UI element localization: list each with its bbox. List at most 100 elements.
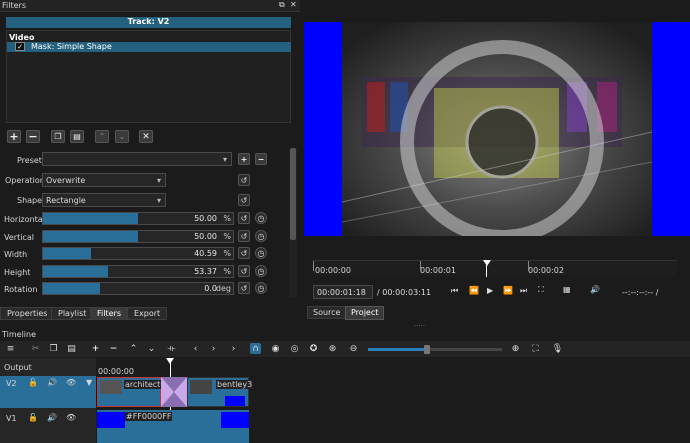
grid-icon[interactable]: ▦ — [563, 285, 571, 294]
preset-combo[interactable] — [42, 152, 232, 166]
filter-enable-checkbox[interactable]: ✓ — [15, 42, 25, 51]
ripple-all-icon[interactable]: ✪ — [308, 343, 319, 354]
track-header-v2[interactable]: V2 🔓 🔊 👁 ▼ — [0, 376, 96, 408]
reset-operation-icon[interactable]: ↺ — [238, 174, 250, 186]
skip-end-icon[interactable]: ⏭ — [520, 286, 527, 296]
append-icon[interactable]: + — [90, 343, 101, 354]
reset-icon[interactable]: ↺ — [238, 247, 250, 259]
slider-control[interactable]: 53.37% — [42, 265, 234, 278]
clip-bentley[interactable]: bentley3 — [187, 377, 254, 407]
tab-project[interactable]: Project — [345, 306, 385, 320]
slider-control[interactable]: 0.0 deg — [42, 282, 234, 295]
slider-value[interactable]: 50.00 — [194, 232, 217, 241]
keyframe-icon[interactable]: ◷ — [255, 212, 267, 224]
split-icon[interactable]: ⟛ — [166, 343, 177, 354]
paste-filter-button[interactable]: ▤ — [70, 130, 84, 143]
reset-icon[interactable]: ↺ — [238, 230, 250, 242]
eye-icon[interactable]: 👁 — [66, 413, 76, 422]
filter-item[interactable]: ✓ Mask: Simple Shape — [7, 42, 291, 52]
keyframe-icon[interactable]: ◷ — [255, 247, 267, 259]
copy-filter-button[interactable]: ❐ — [51, 130, 65, 143]
zoom-in-icon[interactable]: ⊕ — [510, 343, 521, 354]
overwrite-icon[interactable]: ⌄ — [146, 343, 157, 354]
add-filter-button[interactable]: + — [7, 130, 21, 143]
clip-architecture[interactable]: architectu — [97, 377, 167, 407]
params-scrollbar[interactable] — [289, 148, 297, 298]
filter-icon[interactable]: ▼ — [86, 378, 92, 387]
cut-icon[interactable]: ✂ — [30, 343, 41, 354]
operation-combo[interactable]: Overwrite — [42, 173, 166, 187]
reset-icon[interactable]: ↺ — [238, 282, 250, 294]
slider-value[interactable]: 40.59 — [194, 249, 217, 258]
delete-preset-button[interactable]: − — [255, 153, 267, 165]
close-icon[interactable]: ✕ — [290, 0, 297, 9]
fast-forward-icon[interactable]: ⏩ — [503, 286, 513, 295]
slider-control[interactable]: 50.00% — [42, 230, 234, 243]
tab-playlist[interactable]: Playlist — [51, 307, 94, 320]
record-audio-icon[interactable]: 🎙 — [552, 343, 563, 354]
keyframe-icon[interactable]: ◷ — [255, 282, 267, 294]
shape-combo[interactable]: Rectangle — [42, 193, 166, 207]
lock-icon[interactable]: 🔓 — [28, 413, 38, 422]
reset-icon[interactable]: ↺ — [238, 265, 250, 277]
playhead-marker[interactable] — [483, 260, 491, 266]
zoom-slider-handle[interactable] — [424, 345, 430, 354]
slider-label: Height — [4, 268, 31, 277]
track-header-v1[interactable]: V1 🔓 🔊 👁 — [0, 410, 96, 443]
move-up-button[interactable]: ⌃ — [95, 130, 109, 143]
reset-icon[interactable]: ↺ — [238, 212, 250, 224]
save-preset-button[interactable]: + — [238, 153, 250, 165]
tab-export[interactable]: Export — [127, 307, 168, 320]
deselect-filter-button[interactable]: ✕ — [139, 130, 153, 143]
remove-icon[interactable]: − — [108, 343, 119, 354]
skip-start-icon[interactable]: ⏮ — [451, 286, 458, 296]
slider-fill — [43, 283, 100, 294]
zoom-out-icon[interactable]: ⊖ — [348, 343, 359, 354]
next-track-icon[interactable]: › — [228, 343, 239, 354]
next-icon[interactable]: › — [208, 343, 219, 354]
zoom-fit-icon[interactable]: ⛶ — [530, 343, 541, 354]
current-time-field[interactable]: 00:00:01:18 — [313, 285, 373, 299]
video-preview[interactable] — [304, 22, 690, 236]
slider-value[interactable]: 50.00 — [194, 214, 217, 223]
menu-icon[interactable]: ≡ — [5, 343, 16, 354]
filter-item-label: Mask: Simple Shape — [31, 42, 112, 51]
clip-color[interactable]: #FF0000FF — [97, 410, 249, 443]
rewind-icon[interactable]: ⏪ — [469, 286, 479, 295]
tab-filters[interactable]: Filters — [90, 307, 128, 320]
zoom-icon[interactable]: ⛶ — [538, 285, 544, 295]
reset-shape-icon[interactable]: ↺ — [238, 194, 250, 206]
play-icon[interactable]: ▶ — [487, 286, 493, 295]
lift-icon[interactable]: ⌃ — [128, 343, 139, 354]
volume-icon[interactable]: 🔊 — [590, 285, 600, 294]
slider-value[interactable]: 53.37 — [194, 267, 217, 276]
eye-icon[interactable]: 👁 — [66, 378, 76, 387]
ripple-icon[interactable]: ◎ — [289, 343, 300, 354]
copy-icon[interactable]: ❐ — [48, 343, 59, 354]
lock-icon[interactable]: 🔓 — [28, 378, 38, 387]
snap-icon[interactable]: ∩ — [250, 343, 261, 354]
move-down-button[interactable]: ⌄ — [115, 130, 129, 143]
tab-source[interactable]: Source — [307, 306, 347, 319]
slider-unit: % — [223, 249, 231, 258]
timeline-ruler[interactable]: 00:00:00 — [96, 358, 690, 376]
prev-icon[interactable]: ‹ — [190, 343, 201, 354]
keyframe-icon[interactable]: ◷ — [255, 265, 267, 277]
keyframe-icon[interactable]: ◷ — [255, 230, 267, 242]
track-name-v2: V2 — [6, 379, 17, 388]
slider-control[interactable]: 40.59% — [42, 247, 234, 260]
mute-icon[interactable]: 🔊 — [47, 378, 57, 387]
float-icon[interactable]: ⧉ — [279, 0, 285, 10]
tab-properties[interactable]: Properties — [0, 307, 55, 320]
player-ruler[interactable]: 00:00:00 00:00:01 00:00:02 — [313, 260, 677, 277]
remove-filter-button[interactable]: − — [26, 130, 40, 143]
splitter-handle[interactable]: ····· — [414, 322, 425, 330]
slider-control[interactable]: 50.00% — [42, 212, 234, 225]
transition[interactable] — [161, 377, 187, 407]
mute-icon[interactable]: 🔊 — [47, 413, 57, 422]
ruler-tick-2: 00:00:02 — [528, 266, 564, 275]
zoom-slider[interactable] — [368, 345, 502, 354]
scrub-icon[interactable]: ◉ — [270, 343, 281, 354]
paste-icon[interactable]: ▤ — [66, 343, 77, 354]
ripple-markers-icon[interactable]: ⊛ — [327, 343, 338, 354]
